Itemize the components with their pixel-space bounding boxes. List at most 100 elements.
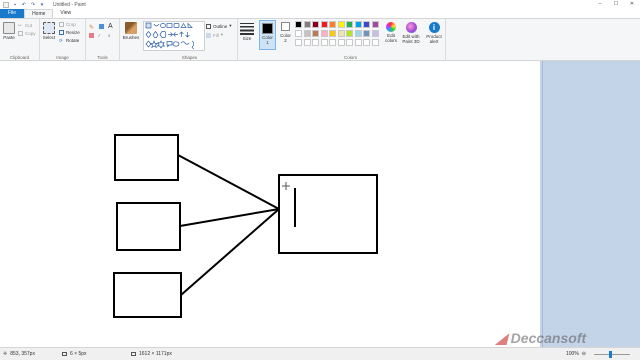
magnifier-tool[interactable]: ⌕ [108, 33, 113, 38]
pencil-tool[interactable]: ✎ [89, 24, 94, 31]
close-button[interactable]: ✕ [624, 0, 640, 9]
title-bar: ▪ ↶ ↷ ▾ Untitled - Paint – ☐ ✕ [0, 0, 640, 9]
zoom-out-button[interactable]: ⊖ [582, 351, 586, 357]
chevron-down-icon: ▾ [220, 32, 224, 37]
shapes-gallery[interactable] [143, 21, 205, 51]
color-picker-tool[interactable]: ⁄ [99, 33, 104, 38]
tab-view[interactable]: View [53, 9, 78, 18]
color2-label: Color 2 [280, 33, 291, 43]
text-a-icon: A [108, 23, 113, 30]
image-group-label: Image [56, 55, 69, 60]
paint3d-icon [405, 22, 417, 33]
undo-icon[interactable]: ↶ [21, 2, 27, 8]
palette-swatch[interactable] [363, 30, 370, 37]
palette-swatch[interactable] [363, 21, 370, 28]
palette-swatch[interactable] [320, 30, 328, 37]
image-group: Select Crop Resize ⟳ Rotate Image [40, 19, 86, 61]
scissors-icon: ✂ [18, 23, 22, 28]
palette-swatch[interactable] [295, 21, 302, 28]
zoom-slider[interactable] [594, 351, 630, 358]
quick-access-toolbar: ▪ ↶ ↷ ▾ [0, 1, 45, 8]
palette-swatch[interactable] [354, 30, 362, 37]
color1-button[interactable]: Color 1 [259, 20, 276, 50]
edit-colors-button[interactable]: Edit colors [382, 22, 400, 43]
fill-label: Fill [213, 32, 219, 38]
redo-icon[interactable]: ↷ [30, 2, 36, 8]
palette-swatch[interactable] [337, 30, 345, 37]
paste-button[interactable]: Paste [2, 22, 16, 40]
palette-swatch[interactable] [303, 30, 311, 37]
rotate-icon: ⟳ [59, 38, 63, 43]
cursor-position-value: 853, 357px [10, 351, 35, 357]
custom-color-slot[interactable] [320, 39, 328, 46]
palette-swatch[interactable] [329, 21, 336, 28]
rotate-label: Rotate [66, 38, 80, 43]
palette-swatch[interactable] [337, 21, 345, 28]
custom-color-slot[interactable] [363, 39, 370, 46]
custom-color-slot[interactable] [346, 39, 353, 46]
custom-color-slot[interactable] [303, 39, 311, 46]
zoom-slider-thumb[interactable] [609, 351, 612, 358]
custom-color-slot[interactable] [295, 39, 302, 46]
zoom-level: 100% ⊖ [566, 351, 586, 357]
custom-color-slot[interactable] [371, 39, 379, 46]
palette-swatch[interactable] [371, 21, 379, 28]
fill-dropdown[interactable]: Fill ▾ [206, 32, 223, 38]
tools-group-label: Tools [97, 55, 108, 60]
palette-swatch[interactable] [295, 30, 302, 37]
color1-label: Color 1 [262, 35, 273, 45]
info-icon: i [428, 22, 440, 33]
custom-color-slot[interactable] [329, 39, 336, 46]
fill-tool[interactable] [99, 24, 104, 29]
watermark-logo: ◢ Deccansoft [496, 330, 586, 347]
minimize-button[interactable]: – [592, 0, 608, 9]
drawing-canvas[interactable] [0, 61, 540, 347]
size-button[interactable]: Size [239, 22, 255, 41]
palette-swatch[interactable] [371, 30, 379, 37]
copy-button[interactable]: Copy [18, 31, 36, 36]
palette-swatch[interactable] [312, 21, 319, 28]
paint-app-icon [3, 1, 9, 8]
palette-swatch[interactable] [346, 30, 353, 37]
save-icon[interactable]: ▪ [12, 2, 18, 8]
shape-fill-icon [206, 32, 211, 38]
tab-home[interactable]: Home [24, 9, 54, 18]
palette-swatch[interactable] [354, 21, 362, 28]
size-group: Size [238, 19, 256, 61]
clipboard-group: Paste ✂ Cut Copy Clipboard [0, 19, 40, 61]
tab-file[interactable]: File [0, 9, 25, 18]
select-button[interactable]: Select [42, 22, 56, 40]
brushes-button[interactable]: Brushes [122, 22, 140, 40]
eraser-tool[interactable] [89, 33, 94, 38]
palette-swatch[interactable] [312, 30, 319, 37]
custom-color-slot[interactable] [337, 39, 345, 46]
watermark-text: Deccansoft [510, 330, 587, 346]
text-tool[interactable]: A [108, 23, 113, 30]
box-top-left [114, 134, 179, 181]
crop-button[interactable]: Crop [59, 22, 76, 27]
edit-with-paint3d-button[interactable]: Edit with Paint 3D [400, 22, 422, 44]
color2-button[interactable]: Color 2 [278, 20, 293, 43]
palette-swatch[interactable] [329, 30, 336, 37]
crop-label: Crop [66, 22, 76, 27]
product-alert-button[interactable]: i Product alert [424, 22, 444, 44]
dropdown-icon[interactable]: ▾ [39, 2, 45, 8]
rotate-button[interactable]: ⟳ Rotate [59, 38, 79, 43]
resize-button[interactable]: Resize [59, 30, 80, 35]
custom-color-slot[interactable] [354, 39, 362, 46]
maximize-button[interactable]: ☐ [608, 0, 624, 9]
cut-button[interactable]: ✂ Cut [18, 23, 32, 28]
size-label: Size [242, 36, 252, 41]
color1-swatch [262, 23, 273, 34]
shapes-group: Outline ▾ Fill ▾ Shapes [142, 19, 238, 61]
outline-dropdown[interactable]: Outline ▾ [206, 23, 232, 29]
palette-swatch[interactable] [320, 21, 328, 28]
window-title: Untitled - Paint [53, 1, 86, 8]
paste-label: Paste [3, 35, 15, 40]
custom-color-slot[interactable] [312, 39, 319, 46]
resize-label: Resize [66, 30, 80, 35]
selection-size-icon [62, 352, 67, 356]
palette-swatch[interactable] [346, 21, 353, 28]
selection-size: 6 × 5px [62, 351, 87, 357]
palette-swatch[interactable] [303, 21, 311, 28]
